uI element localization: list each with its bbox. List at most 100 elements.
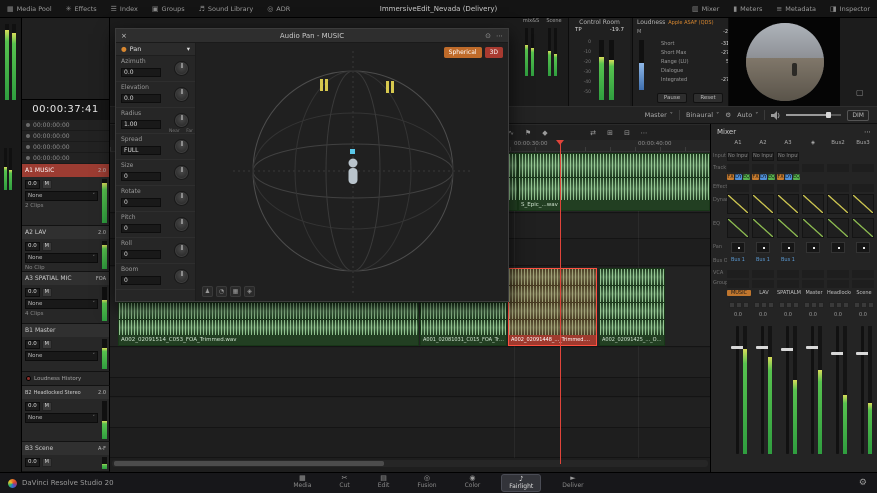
channel-eq-graph[interactable] <box>752 218 774 238</box>
track-header-b2[interactable]: B2Headlocked Stereo2.0 0.0M None˅ <box>22 386 110 442</box>
page-tab-cut[interactable]: ✂Cut <box>332 474 356 492</box>
track-bus-select[interactable]: None˅ <box>25 351 98 361</box>
track-bus-select[interactable]: None˅ <box>25 299 98 309</box>
page-tab-color[interactable]: ◉Color <box>458 474 488 492</box>
scrollbar-thumb[interactable] <box>114 461 384 466</box>
track-gain-field[interactable]: 0.0 <box>25 340 40 349</box>
track-gain-field[interactable]: 0.0 <box>25 180 40 189</box>
viewer-360-preview[interactable] <box>728 18 840 106</box>
volume-slider-handle[interactable] <box>826 112 831 118</box>
page-tab-fusion[interactable]: ◎Fusion <box>410 474 443 492</box>
loudness-preset[interactable]: Apple ASAF (QDS) <box>668 19 713 27</box>
index-button[interactable]: ☰Index <box>104 0 145 18</box>
page-tab-edit[interactable]: ▤Edit <box>371 474 397 492</box>
zoom-out-icon[interactable]: ⊟ <box>621 127 633 139</box>
channel-fader[interactable] <box>752 322 776 458</box>
channel-rsm-buttons[interactable] <box>729 302 749 308</box>
azimuth-value-field[interactable]: 0.0 <box>121 68 161 77</box>
channel-fader[interactable] <box>727 322 751 458</box>
target-icon[interactable]: ⊙ <box>485 32 491 40</box>
audio-clip-music-2[interactable]: S_Epic_...wav <box>518 153 710 211</box>
eq-badge[interactable]: EQ <box>743 174 750 180</box>
channel-input-select[interactable]: No Input <box>727 152 749 161</box>
marker-row[interactable]: 00:00:00:00 <box>22 142 109 153</box>
flag-icon[interactable]: ⚑ <box>522 127 534 139</box>
size-knob[interactable] <box>174 165 189 180</box>
size-value-field[interactable]: 0 <box>121 172 161 181</box>
track-mute-button[interactable]: M <box>42 402 52 411</box>
head-view-icon[interactable]: ◔ <box>216 286 227 297</box>
track-mute-button[interactable]: M <box>42 180 52 189</box>
channel-pan-control[interactable] <box>781 242 795 253</box>
dynamics-badge[interactable]: DY <box>735 174 742 180</box>
pitch-knob[interactable] <box>174 217 189 232</box>
audio-clip-foa-4[interactable]: A002_02091425_..._OA_Trimmed.wav <box>599 268 665 346</box>
track-gain-field[interactable]: 0.0 <box>25 402 40 411</box>
channel-rsm-buttons[interactable] <box>854 302 874 308</box>
spread-value-field[interactable]: FULL <box>121 146 161 155</box>
page-tab-fairlight[interactable]: ♪Fairlight <box>501 474 541 492</box>
mixer-toggle-button[interactable]: ▥Mixer <box>685 0 726 18</box>
spherical-mode-button[interactable]: Spherical <box>444 47 482 58</box>
metadata-toggle-button[interactable]: ≡Metadata <box>769 0 823 18</box>
track-mute-button[interactable]: M <box>42 242 52 251</box>
track-mute-button[interactable]: M <box>42 288 52 297</box>
pan-sphere-view[interactable]: Spherical 3D <box>196 43 508 301</box>
fx-badge[interactable]: FX <box>777 174 784 180</box>
3d-mode-button[interactable]: 3D <box>485 47 503 58</box>
track-mute-button[interactable]: M <box>42 340 52 349</box>
track-header-a2[interactable]: A2LAV2.0 0.0M None˅ No Clip <box>22 226 110 272</box>
timeline-options-icon[interactable]: ⋯ <box>638 127 650 139</box>
channel-input-select[interactable]: No Input <box>777 152 799 161</box>
marker-row[interactable]: 00:00:00:00 <box>22 120 109 131</box>
channel-pan-control[interactable] <box>731 242 745 253</box>
inspector-toggle-button[interactable]: ◨Inspector <box>823 0 877 18</box>
monitor-source-mix[interactable]: mix&S <box>520 18 542 24</box>
track-gain-field[interactable]: 0.0 <box>25 288 40 297</box>
close-icon[interactable]: × <box>121 32 127 40</box>
track-bus-select[interactable]: None˅ <box>25 191 98 201</box>
channel-pan-control[interactable] <box>756 242 770 253</box>
person-view-icon[interactable]: ♟ <box>202 286 213 297</box>
channel-fader[interactable] <box>777 322 801 458</box>
channel-eq-graph[interactable] <box>802 218 824 238</box>
collapse-icon[interactable]: ▾ <box>187 45 190 53</box>
adr-button[interactable]: ◎ADR <box>260 0 297 18</box>
channel-dynamics-graph[interactable] <box>852 194 874 214</box>
channel-dynamics-graph[interactable] <box>752 194 774 214</box>
marker-row[interactable]: 00:00:00:00 <box>22 153 109 164</box>
playhead-top-marker[interactable] <box>556 140 564 149</box>
more-icon[interactable]: ⋯ <box>496 32 503 40</box>
page-tab-deliver[interactable]: ►Deliver <box>555 474 590 492</box>
channel-rsm-buttons[interactable] <box>754 302 774 308</box>
playhead[interactable] <box>560 140 561 464</box>
monitor-volume-slider[interactable] <box>786 114 841 116</box>
roll-knob[interactable] <box>174 243 189 258</box>
dynamics-badge[interactable]: DY <box>785 174 792 180</box>
track-gain-field[interactable]: 0.0 <box>25 242 40 251</box>
channel-input-select[interactable]: No Input <box>752 152 774 161</box>
fx-badge[interactable]: FX <box>752 174 759 180</box>
channel-rsm-buttons[interactable] <box>829 302 849 308</box>
meters-toggle-button[interactable]: ▮Meters <box>726 0 769 18</box>
channel-dynamics-graph[interactable] <box>802 194 824 214</box>
channel-rsm-buttons[interactable] <box>804 302 824 308</box>
dynamics-badge[interactable]: DY <box>760 174 767 180</box>
track-header-a1[interactable]: A1MUSIC2.0 0.0M None˅ 2 Clips <box>22 164 110 226</box>
monitor-settings-gear-icon[interactable]: ⚙ <box>725 111 731 119</box>
track-gain-field[interactable]: 0.0 <box>25 458 40 467</box>
channel-eq-graph[interactable] <box>827 218 849 238</box>
pitch-value-field[interactable]: 0 <box>121 224 161 233</box>
channel-pan-control[interactable] <box>831 242 845 253</box>
channel-fader[interactable] <box>802 322 826 458</box>
channel-fader[interactable] <box>852 322 876 458</box>
roll-value-field[interactable]: 0 <box>121 250 161 259</box>
master-output-select[interactable]: Master˅ <box>645 111 673 119</box>
page-tab-media[interactable]: ▦Media <box>286 474 318 492</box>
binaural-monitor-select[interactable]: Binaural˅ <box>686 111 719 119</box>
media-pool-button[interactable]: ▦Media Pool <box>0 0 59 18</box>
fx-badge[interactable]: FX <box>727 174 734 180</box>
channel-eq-graph[interactable] <box>777 218 799 238</box>
boom-value-field[interactable]: 0 <box>121 276 161 285</box>
track-mute-button[interactable]: M <box>42 458 52 467</box>
